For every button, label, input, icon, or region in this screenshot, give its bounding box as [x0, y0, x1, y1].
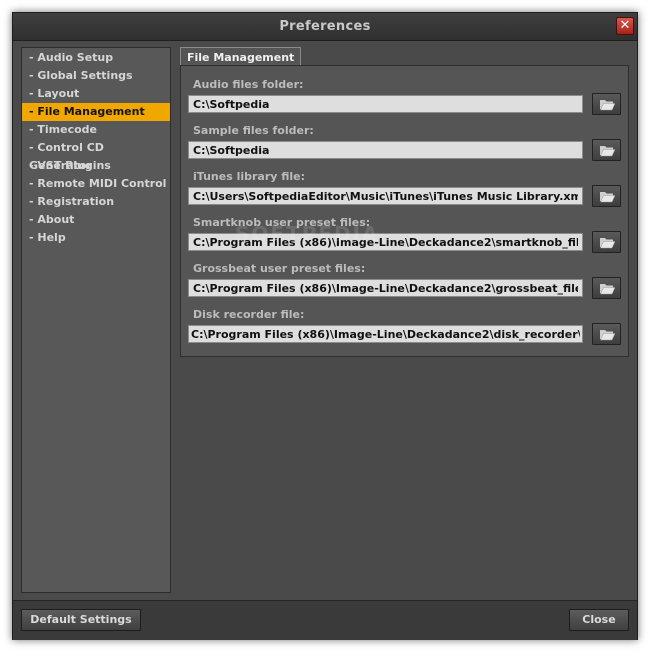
sample-files-folder-input[interactable]: [188, 141, 583, 159]
folder-open-icon: [600, 100, 615, 111]
sidebar-item-label: - VST Plugins: [29, 159, 111, 172]
disk-recorder-file-input[interactable]: [188, 325, 583, 343]
preferences-window: Preferences ✕ - Audio Setup - Global Set…: [12, 12, 638, 640]
itunes-library-file-browse-button[interactable]: [592, 185, 621, 207]
sidebar-item-about[interactable]: - About: [22, 211, 170, 229]
sidebar-item-label: - Audio Setup: [29, 51, 114, 64]
bottom-bar: Default Settings Close: [13, 600, 637, 640]
audio-files-folder-label: Audio files folder:: [193, 78, 304, 91]
sidebar-item-control-cd-generator[interactable]: - Control CD Generator: [22, 139, 170, 172]
disk-recorder-file-label: Disk recorder file:: [193, 308, 305, 321]
sample-files-folder-label: Sample files folder:: [193, 124, 314, 137]
sidebar: - Audio Setup - Global Settings - Layout…: [21, 47, 171, 593]
grossbeat-preset-files-input[interactable]: [188, 279, 583, 297]
close-icon: ✕: [619, 18, 631, 33]
sidebar-item-label: - Timecode: [29, 123, 98, 136]
sidebar-item-audio-setup[interactable]: - Audio Setup: [22, 49, 170, 67]
sidebar-item-remote-midi-control[interactable]: - Remote MIDI Control: [22, 175, 170, 193]
sidebar-item-registration[interactable]: - Registration: [22, 193, 170, 211]
itunes-library-file-input[interactable]: [188, 187, 583, 205]
grossbeat-preset-files-browse-button[interactable]: [592, 277, 621, 299]
sidebar-item-label: - File Management: [29, 105, 145, 118]
folder-open-icon: [600, 238, 615, 249]
folder-open-icon: [600, 330, 615, 341]
title-bar[interactable]: Preferences ✕: [13, 13, 637, 41]
folder-open-icon: [600, 192, 615, 203]
sidebar-item-label: - Global Settings: [29, 69, 133, 82]
grossbeat-preset-files-label: Grossbeat user preset files:: [193, 262, 366, 275]
default-settings-button[interactable]: Default Settings: [21, 609, 141, 631]
sample-files-folder-browse-button[interactable]: [592, 139, 621, 161]
sidebar-item-layout[interactable]: - Layout: [22, 85, 170, 103]
smartknob-preset-files-label: Smartknob user preset files:: [193, 216, 371, 229]
sidebar-item-label: - Registration: [29, 195, 115, 208]
folder-open-icon: [600, 284, 615, 295]
sidebar-item-label: - Layout: [29, 87, 80, 100]
sidebar-item-label: - Remote MIDI Control: [29, 177, 167, 190]
sidebar-list: - Audio Setup - Global Settings - Layout…: [22, 48, 170, 247]
audio-files-folder-browse-button[interactable]: [592, 93, 621, 115]
sidebar-item-vst-plugins[interactable]: - VST Plugins: [22, 157, 170, 175]
audio-files-folder-input[interactable]: [188, 95, 583, 113]
close-window-button[interactable]: ✕: [616, 17, 634, 35]
sidebar-item-timecode[interactable]: - Timecode: [22, 121, 170, 139]
folder-open-icon: [600, 146, 615, 157]
sidebar-item-global-settings[interactable]: - Global Settings: [22, 67, 170, 85]
tab-file-management[interactable]: File Management: [180, 47, 302, 67]
smartknob-preset-files-browse-button[interactable]: [592, 231, 621, 253]
window-title: Preferences: [279, 19, 371, 34]
sidebar-item-label: - About: [29, 213, 75, 226]
sidebar-item-help[interactable]: - Help: [22, 229, 170, 247]
sidebar-item-label: - Help: [29, 231, 66, 244]
itunes-library-file-label: iTunes library file:: [193, 170, 306, 183]
sidebar-item-file-management[interactable]: - File Management: [22, 103, 170, 121]
file-management-panel: Audio files folder: Sample files folder:…: [180, 65, 629, 357]
disk-recorder-file-browse-button[interactable]: [592, 323, 621, 345]
close-button[interactable]: Close: [569, 609, 629, 631]
smartknob-preset-files-input[interactable]: [188, 233, 583, 251]
